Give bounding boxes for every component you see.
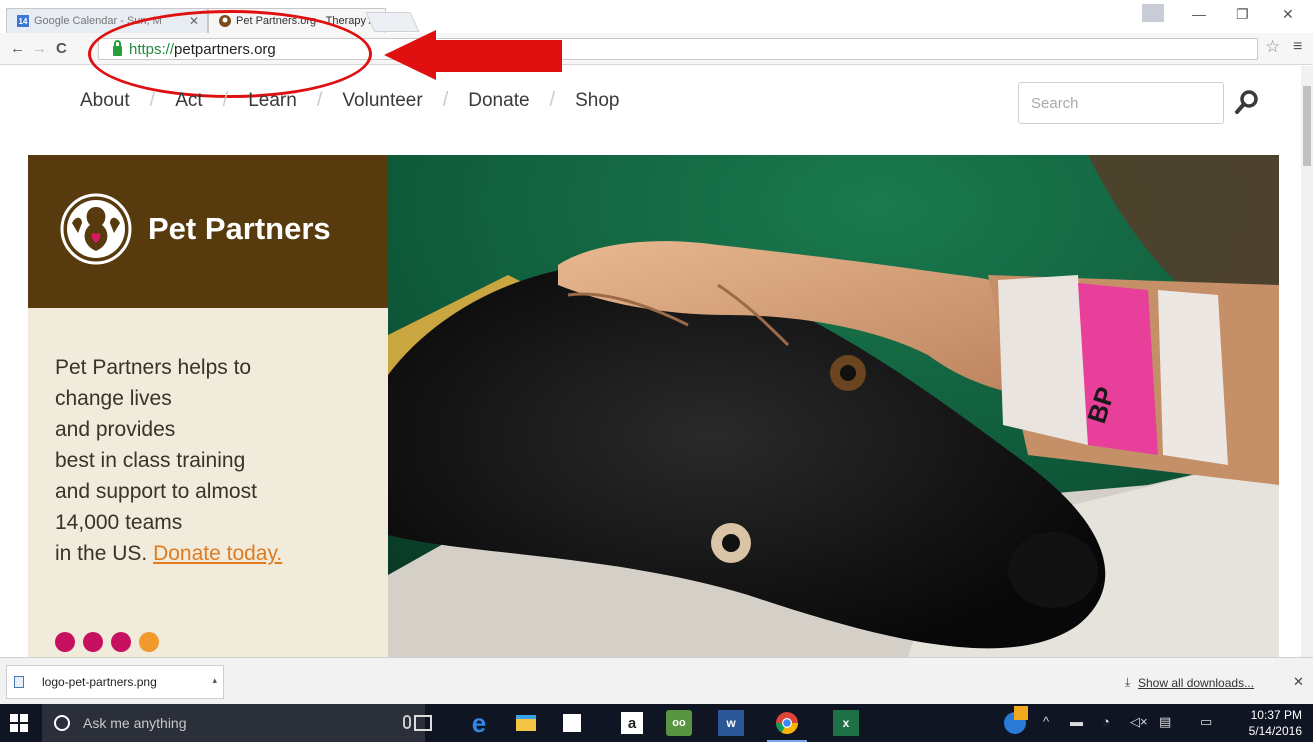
chevron-up-icon[interactable]: ▴ — [212, 675, 217, 686]
pet-partners-logo-icon[interactable] — [60, 193, 132, 265]
battery-icon[interactable]: ▬ — [1070, 714, 1083, 729]
windows-taskbar: Ask me anything e a oo w x ^ ▬ ◔ ◁× ▤ ▭ … — [0, 704, 1313, 742]
download-item[interactable]: logo-pet-partners.png ▴ — [6, 665, 224, 699]
hero-photo-dog-and-hand: BP — [388, 155, 1279, 657]
profile-icon[interactable] — [1142, 4, 1164, 22]
nav-shop[interactable]: Shop — [575, 90, 619, 112]
download-file-name: logo-pet-partners.png — [42, 675, 157, 689]
system-clock[interactable]: 10:37 PM 5/14/2016 — [1240, 707, 1302, 739]
nav-about[interactable]: About — [80, 90, 130, 112]
show-all-downloads-link[interactable]: Show all downloads... — [1138, 676, 1254, 690]
wifi-icon[interactable]: ◔ — [1102, 714, 1110, 729]
tagline-line: best in class training — [55, 449, 246, 472]
image-file-icon — [14, 676, 24, 688]
download-icon: ⤓ — [1125, 675, 1131, 689]
notification-app-icon[interactable] — [1002, 706, 1028, 736]
nav-act[interactable]: Act — [175, 90, 202, 112]
edge-browser-icon[interactable]: e — [466, 708, 492, 738]
nav-volunteer[interactable]: Volunteer — [342, 90, 422, 112]
carousel-dot[interactable] — [139, 632, 159, 652]
page-scrollbar[interactable] — [1301, 66, 1313, 657]
tripadvisor-icon[interactable]: oo — [666, 710, 692, 736]
bookmark-star-icon[interactable]: ☆ — [1265, 37, 1280, 57]
logo-panel: Pet Partners — [28, 155, 388, 308]
nav-separator: / — [149, 89, 156, 111]
excel-icon[interactable]: x — [833, 710, 859, 736]
restore-icon[interactable]: ❐ — [1236, 6, 1249, 23]
site-search-input[interactable] — [1018, 82, 1224, 124]
reload-icon[interactable]: C — [56, 40, 67, 57]
calendar-icon: 14 — [17, 15, 29, 27]
annotation-ellipse — [88, 10, 372, 98]
word-icon[interactable]: w — [718, 710, 744, 736]
cortana-placeholder: Ask me anything — [83, 715, 187, 731]
back-icon[interactable]: ← — [10, 40, 25, 57]
windows-start-icon[interactable] — [10, 714, 28, 732]
scrollbar-thumb[interactable] — [1303, 86, 1311, 166]
close-icon[interactable]: ✕ — [1293, 674, 1304, 690]
tagline-line: and provides — [55, 418, 176, 441]
microphone-icon[interactable] — [403, 715, 411, 729]
amazon-icon[interactable]: a — [621, 712, 643, 734]
download-shelf: logo-pet-partners.png ▴ ⤓ Show all downl… — [0, 657, 1313, 704]
carousel-dot[interactable] — [83, 632, 103, 652]
new-tab-button[interactable] — [365, 12, 420, 32]
volume-icon[interactable]: ◁× — [1130, 714, 1148, 730]
chrome-icon[interactable] — [774, 710, 800, 736]
nav-donate[interactable]: Donate — [468, 90, 529, 112]
clock-time: 10:37 PM — [1250, 708, 1302, 722]
tagline: Pet Partners helps to change lives and p… — [55, 352, 375, 569]
carousel-dot[interactable] — [111, 632, 131, 652]
tagline-line: change lives — [55, 387, 172, 410]
cortana-icon — [54, 715, 70, 731]
nav-separator: / — [316, 89, 323, 111]
menu-icon[interactable]: ≡ — [1293, 38, 1302, 56]
site-nav: About / Act / Learn / Volunteer / Donate… — [80, 89, 619, 112]
action-center-icon[interactable]: ▤ — [1159, 714, 1171, 730]
clock-date: 5/14/2016 — [1248, 724, 1302, 738]
tagline-panel: Pet Partners helps to change lives and p… — [28, 308, 388, 657]
file-explorer-icon[interactable] — [513, 710, 539, 736]
nav-learn[interactable]: Learn — [248, 90, 297, 112]
tagline-line: and support to almost — [55, 480, 257, 503]
store-icon[interactable] — [559, 710, 585, 736]
carousel-dots — [55, 632, 159, 652]
cortana-search-box[interactable]: Ask me anything — [42, 704, 425, 742]
search-icon[interactable] — [1232, 88, 1262, 118]
nav-separator: / — [442, 89, 449, 111]
tagline-line: Pet Partners helps to — [55, 356, 252, 379]
tagline-last-prefix: in the US. — [55, 542, 154, 565]
forward-icon[interactable]: → — [32, 40, 47, 57]
minimize-icon[interactable]: — — [1192, 6, 1206, 22]
logo-text[interactable]: Pet Partners — [148, 211, 331, 247]
tagline-line: in the US. Donate today. — [55, 538, 375, 569]
annotation-arrow-icon — [384, 30, 562, 80]
nav-separator: / — [549, 89, 556, 111]
chevron-up-icon[interactable]: ^ — [1043, 714, 1049, 729]
carousel-dot[interactable] — [55, 632, 75, 652]
keyboard-icon[interactable]: ▭ — [1200, 714, 1212, 730]
nav-separator: / — [222, 89, 229, 111]
window-close-icon[interactable]: ✕ — [1282, 6, 1294, 23]
task-view-icon[interactable] — [414, 715, 432, 731]
donate-today-link[interactable]: Donate today. — [153, 542, 282, 565]
tagline-line: 14,000 teams — [55, 511, 183, 534]
hero-banner: Pet Partners Pet Partners helps to chang… — [28, 155, 1279, 657]
